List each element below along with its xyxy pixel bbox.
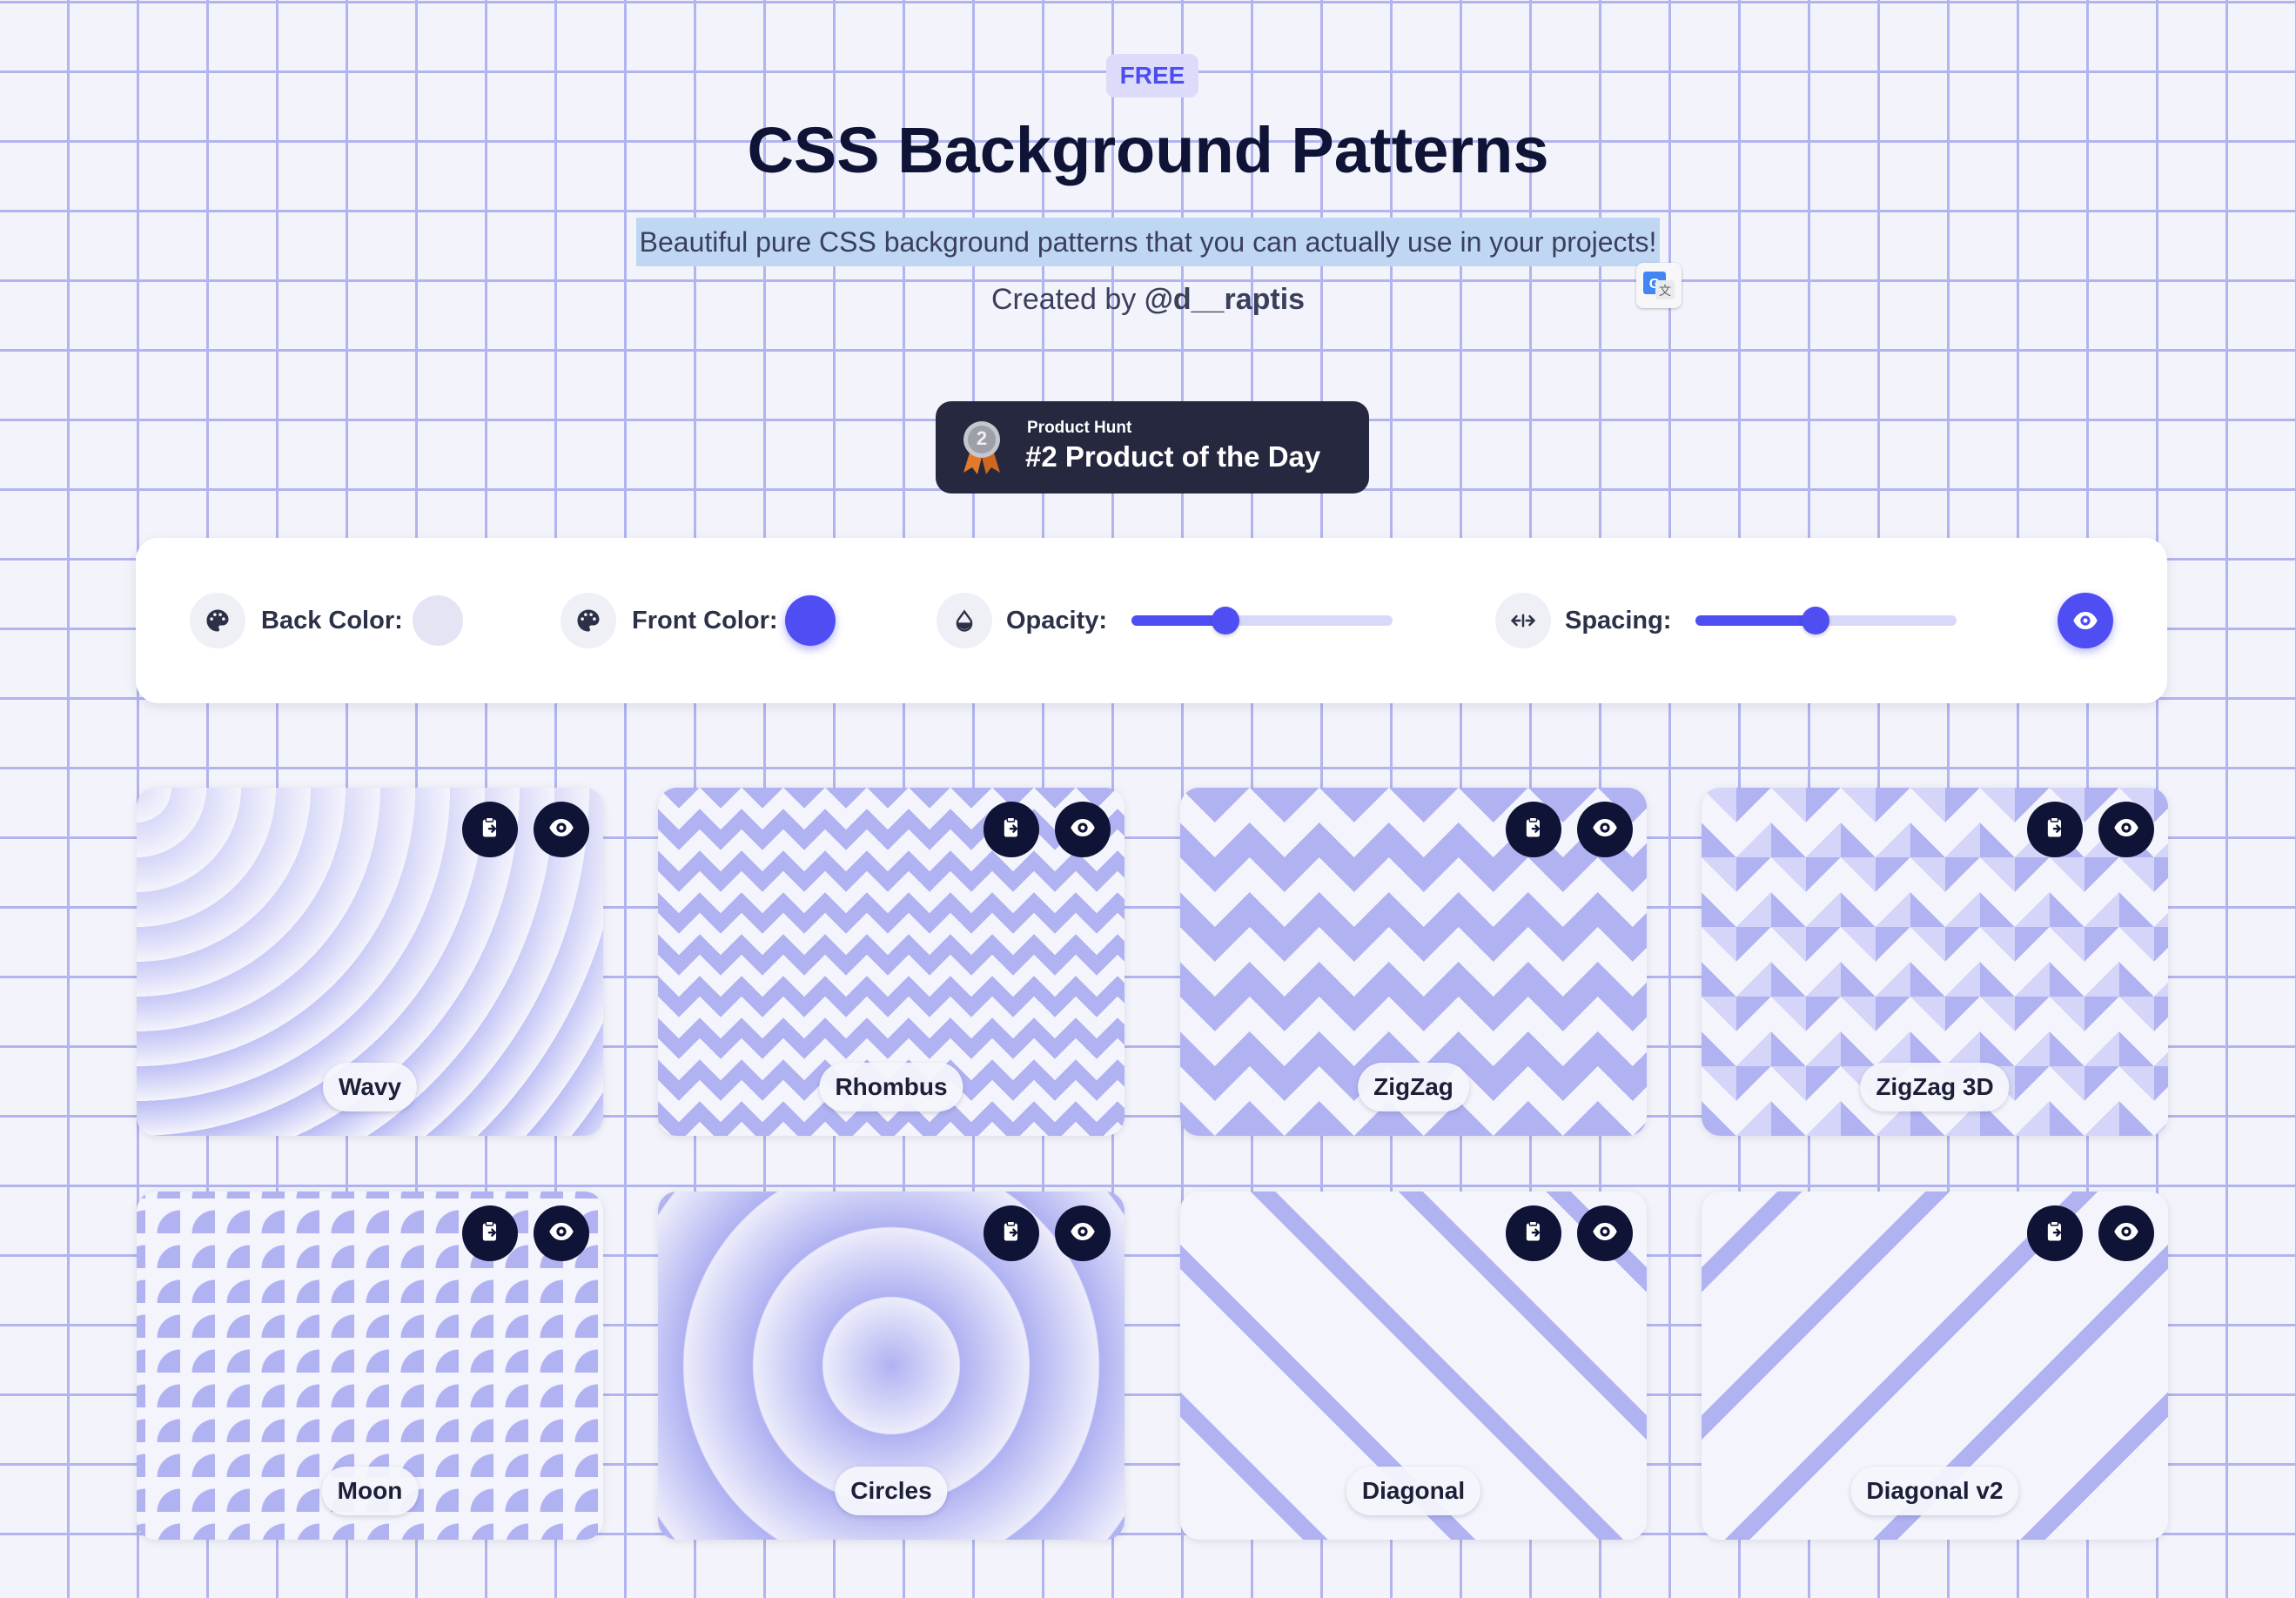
preview-pattern-button[interactable] [1055,1205,1111,1261]
eye-icon [1070,815,1096,845]
palette-icon [190,593,245,648]
preview-pattern-button[interactable] [1577,802,1633,857]
clipboard-icon [2043,816,2067,844]
eye-icon [1070,1219,1096,1249]
clipboard-icon [1521,1219,1546,1248]
pattern-name: Diagonal [1346,1467,1481,1515]
eye-icon [1592,1219,1618,1249]
spacing-slider-fill [1695,615,1816,626]
created-by: Created by @d__raptis [0,280,2296,319]
pattern-name: Circles [835,1467,948,1515]
spacing-slider[interactable] [1695,607,1957,634]
pattern-name: Wavy [322,1063,418,1111]
clipboard-icon [478,816,502,844]
eye-icon [1592,815,1618,845]
copy-css-button[interactable] [1506,1205,1561,1261]
pattern-card[interactable]: Wavy [137,788,603,1136]
clipboard-icon [1521,816,1546,844]
pattern-name: ZigZag 3D [1860,1063,2010,1111]
svg-text:文: 文 [1659,284,1671,298]
droplet-icon [937,593,992,648]
preview-pattern-button[interactable] [1577,1205,1633,1261]
spacing-label: Spacing: [1565,607,1672,634]
preview-button[interactable] [2058,593,2113,648]
medal-number: 2 [976,427,988,449]
back-color-label: Back Color: [261,607,403,634]
clipboard-icon [478,1219,502,1248]
clipboard-icon [2043,1219,2067,1248]
product-hunt-badge[interactable]: 2 Product Hunt #2 Product of the Day [936,401,1369,494]
created-by-prefix: Created by [990,283,1137,316]
arrows-horizontal-icon [1495,593,1551,648]
copy-css-button[interactable] [462,1205,518,1261]
eye-icon [548,815,574,845]
preview-pattern-button[interactable] [534,1205,589,1261]
copy-css-button[interactable] [2027,1205,2083,1261]
product-hunt-kicker: Product Hunt [1027,419,1132,437]
opacity-label: Opacity: [1006,607,1108,634]
free-badge: FREE [1106,54,1198,97]
opacity-slider[interactable] [1131,607,1393,634]
subtitle-wrap: Beautiful pure CSS background patterns t… [0,218,2296,266]
preview-pattern-button[interactable] [1055,802,1111,857]
pattern-card[interactable]: Diagonal [1180,1192,1647,1540]
preview-pattern-button[interactable] [534,802,589,857]
pattern-card[interactable]: Diagonal v2 [1702,1192,2168,1540]
clipboard-icon [999,1219,1024,1248]
front-color-swatch[interactable] [785,595,836,646]
preview-pattern-button[interactable] [2098,802,2154,857]
control-panel: Back Color: Front Color: Opacity: Spacin… [136,538,2167,703]
pattern-card[interactable]: Moon [137,1192,603,1540]
pattern-name: ZigZag [1358,1063,1469,1111]
subtitle: Beautiful pure CSS background patterns t… [635,218,1661,266]
pattern-name: Diagonal v2 [1850,1467,2019,1515]
opacity-slider-thumb[interactable] [1212,607,1239,634]
copy-css-button[interactable] [984,802,1039,857]
translate-icon[interactable]: G 文 [1636,263,1682,308]
eye-icon [548,1219,574,1249]
copy-css-button[interactable] [1506,802,1561,857]
copy-css-button[interactable] [2027,802,2083,857]
eye-icon [2073,612,2098,629]
author-link[interactable]: @d__raptis [1145,283,1305,316]
page-title: CSS Background Patterns [747,114,1549,186]
eye-icon [2113,815,2139,845]
pattern-card[interactable]: ZigZag 3D [1702,788,2168,1136]
copy-css-button[interactable] [462,802,518,857]
clipboard-icon [999,816,1024,844]
pattern-card[interactable]: Circles [658,1192,1125,1540]
palette-icon [561,593,616,648]
back-color-swatch[interactable] [413,595,463,646]
eye-icon [2113,1219,2139,1249]
pattern-name: Moon [321,1467,419,1515]
copy-css-button[interactable] [984,1205,1039,1261]
pattern-card[interactable]: Rhombus [658,788,1125,1136]
product-hunt-title: #2 Product of the Day [1025,440,1321,473]
front-color-label: Front Color: [632,607,778,634]
pattern-card[interactable]: ZigZag [1180,788,1647,1136]
pattern-name: Rhombus [819,1063,963,1111]
spacing-slider-thumb[interactable] [1802,607,1829,634]
preview-pattern-button[interactable] [2098,1205,2154,1261]
